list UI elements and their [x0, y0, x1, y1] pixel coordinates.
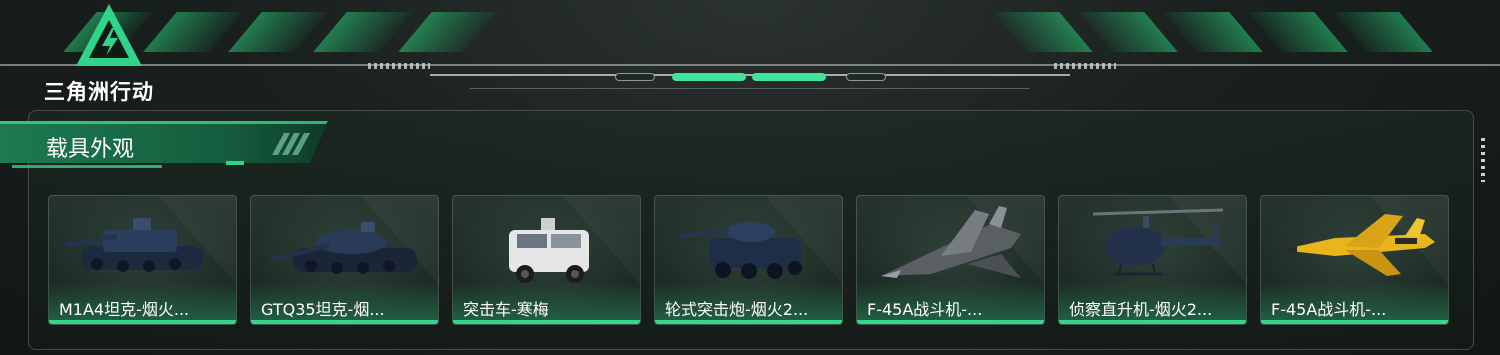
hud-stripe: [313, 12, 413, 52]
hud-stripe: [1078, 12, 1178, 52]
delta-triangle-bolt-icon: [76, 4, 142, 66]
hud-hatch: [1054, 63, 1116, 69]
card-accent-bar: [857, 320, 1044, 324]
vehicle-card[interactable]: 突击车-寒梅: [452, 195, 641, 325]
section-title: 载具外观: [46, 137, 135, 162]
hud-stripe: [1248, 12, 1348, 52]
hud-indicator: [615, 73, 655, 81]
hud-stripe: [1333, 12, 1433, 52]
hud-divider: [470, 88, 1030, 89]
vehicle-name: M1A4坦克-烟火...: [59, 300, 190, 319]
vehicle-name: 侦察直升机-烟火2...: [1069, 300, 1213, 319]
hud-hatch: [368, 63, 430, 69]
hud-stripe: [228, 12, 328, 52]
hud-stripe: [993, 12, 1093, 52]
vehicle-name: 突击车-寒梅: [463, 300, 549, 319]
vehicle-card[interactable]: M1A4坦克-烟火...: [48, 195, 237, 325]
tank-icon: [270, 222, 417, 274]
logo-text: 三角洲行动: [44, 80, 154, 104]
helicopter-icon: [1092, 208, 1224, 276]
wheeled-assault-gun-icon: [679, 222, 802, 279]
vehicle-name: F-45A战斗机-...: [867, 300, 983, 319]
tank-icon: [65, 218, 203, 272]
section-title-tab: 载具外观: [0, 121, 330, 173]
vehicle-card[interactable]: GTQ35坦克-烟...: [250, 195, 439, 325]
hud-indicator: [846, 73, 886, 81]
hud-divider: [0, 64, 1500, 66]
card-accent-bar: [453, 320, 640, 324]
armored-car-icon: [509, 218, 589, 283]
hud-indicator-active: [672, 73, 746, 81]
card-accent-bar: [49, 320, 236, 324]
hud-stripe: [398, 12, 498, 52]
vehicle-card[interactable]: 轮式突击炮-烟火2...: [654, 195, 843, 325]
top-hud: [0, 0, 1500, 100]
vehicle-name: 轮式突击炮-烟火2...: [665, 300, 809, 319]
game-logo[interactable]: 三角洲行动: [44, 0, 184, 104]
vehicle-card[interactable]: 侦察直升机-烟火2...: [1058, 195, 1247, 325]
hud-indicator-active: [752, 73, 826, 81]
vehicle-card-list: M1A4坦克-烟火... GTQ35坦克-烟... 突击车-寒梅 轮式突击炮-烟…: [48, 195, 1450, 325]
vehicle-card[interactable]: F-45A战斗机-...: [1260, 195, 1449, 325]
vehicle-name: F-45A战斗机-...: [1271, 300, 1387, 319]
vehicle-card[interactable]: F-45A战斗机-...: [856, 195, 1045, 325]
hud-stripe: [1163, 12, 1263, 52]
fighter-jet-icon: [881, 206, 1021, 278]
hud-divider: [430, 74, 1070, 76]
card-accent-bar: [655, 320, 842, 324]
card-accent-bar: [251, 320, 438, 324]
card-accent-bar: [1261, 320, 1448, 324]
vehicle-name: GTQ35坦克-烟...: [261, 300, 385, 319]
scroll-indicator[interactable]: [1481, 138, 1485, 182]
card-accent-bar: [1059, 320, 1246, 324]
fighter-jet-icon: [1281, 214, 1435, 276]
